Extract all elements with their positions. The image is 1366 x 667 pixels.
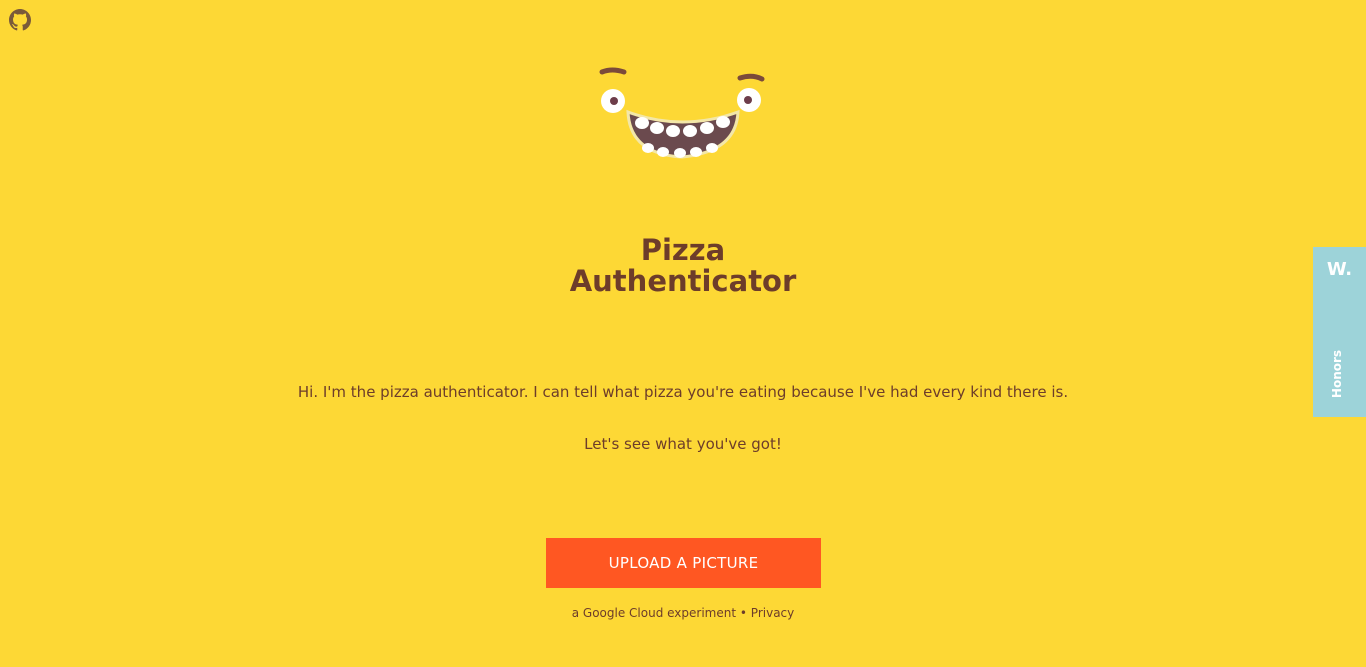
footer-credit: a Google Cloud experiment <box>571 606 737 620</box>
github-link[interactable] <box>9 9 31 31</box>
page-title: Pizza Authenticator <box>483 235 883 297</box>
honors-logo: W. <box>1326 259 1353 280</box>
intro-text: Hi. I'm the pizza authenticator. I can t… <box>297 383 1069 401</box>
right-pupil <box>744 96 752 104</box>
smiling-face-icon <box>599 67 765 159</box>
github-icon <box>9 9 31 31</box>
footer-separator: • <box>739 606 747 620</box>
page: Pizza Authenticator Hi. I'm the pizza au… <box>0 0 1366 667</box>
honors-label: Honors <box>1330 349 1344 399</box>
upload-picture-button[interactable]: UPLOAD A PICTURE <box>546 538 821 588</box>
honors-tab[interactable]: W. Honors <box>1313 247 1366 417</box>
left-pupil <box>610 97 618 105</box>
left-eyebrow <box>599 67 627 75</box>
title-line-2: Authenticator <box>569 264 797 298</box>
title-line-1: Pizza <box>640 233 726 267</box>
cta-text: Let's see what you've got! <box>584 435 782 453</box>
right-eyebrow <box>737 73 765 82</box>
privacy-link[interactable]: Privacy <box>751 606 794 620</box>
footer: a Google Cloud experiment • Privacy <box>483 605 883 621</box>
